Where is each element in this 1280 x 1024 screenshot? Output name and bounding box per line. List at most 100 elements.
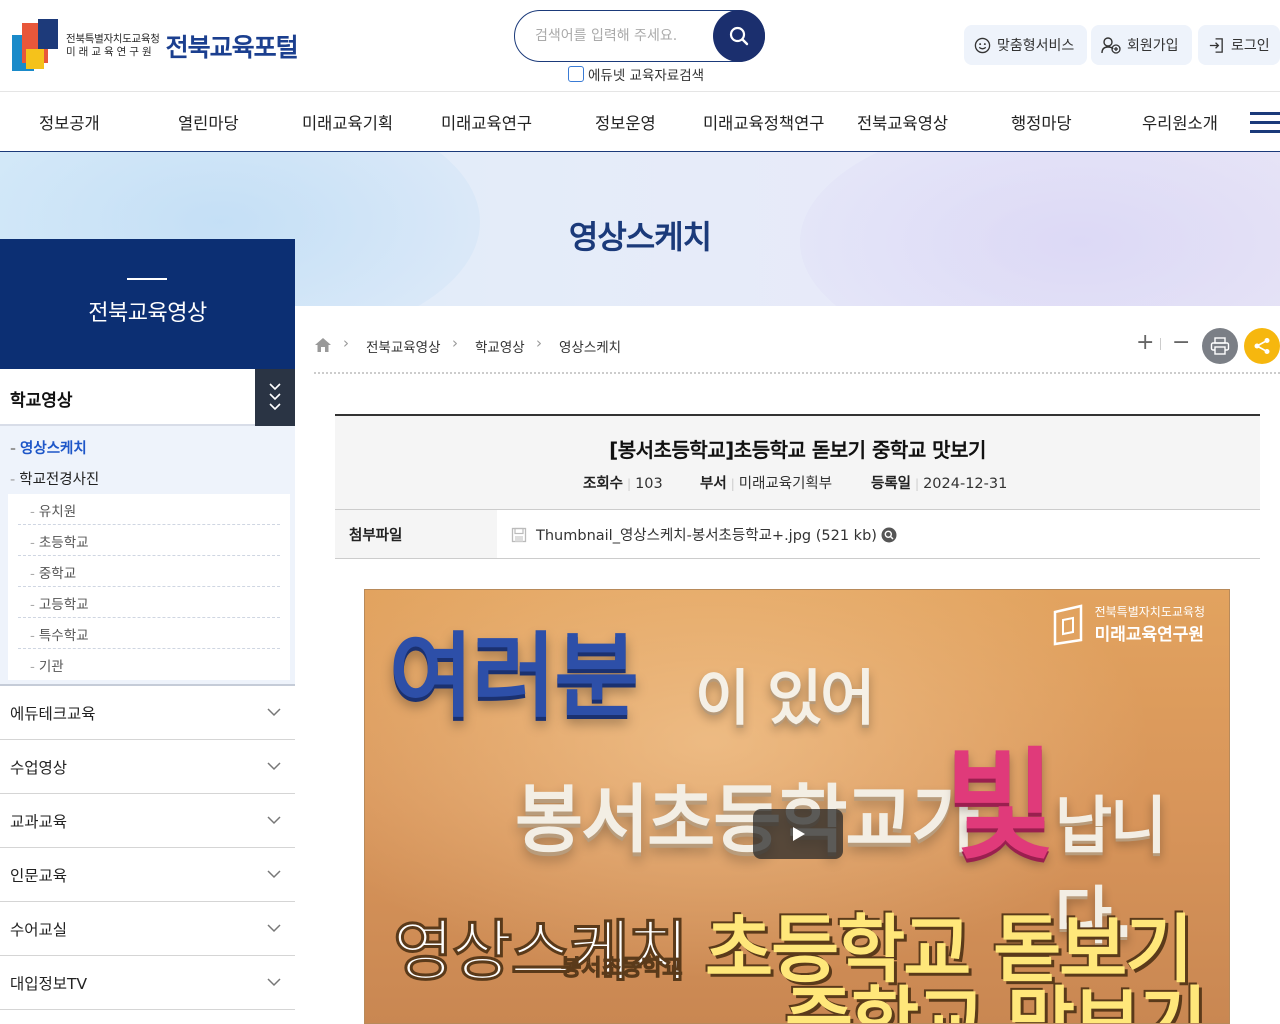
search-input[interactable] <box>535 25 705 47</box>
edunet-checkbox[interactable] <box>568 66 584 82</box>
chevron-double-down-icon <box>269 382 281 410</box>
sidebar-selected-label: 학교영상 <box>10 391 73 411</box>
chevron-down-icon <box>267 816 281 825</box>
video-caption: 여러분 <box>389 623 639 730</box>
login-button[interactable]: 로그인 <box>1198 25 1280 65</box>
breadcrumb-item[interactable]: 전북교육영상 <box>366 336 441 356</box>
video-logo-org: 전북특별자치도교육청 <box>1094 605 1205 619</box>
gnb-item-future-research[interactable]: 미래교육연구 <box>441 110 532 134</box>
gnb-item-future-planning[interactable]: 미래교육기획 <box>302 110 393 134</box>
sidebar-sub2-list: 유치원 초등학교 중학교 고등학교 특수학교 기관 <box>8 494 290 680</box>
sidebar-item-admission-tv[interactable]: 대입정보TV <box>0 956 295 1010</box>
sidebar-item-school-photo[interactable]: 학교전경사진 <box>10 468 99 489</box>
sidebar-menu-label: 대입정보TV <box>10 975 88 993</box>
chevron-down-icon <box>267 762 281 771</box>
sidebar-menu-label: 수업영상 <box>10 759 68 777</box>
gnb-item-info-open[interactable]: 정보공개 <box>39 110 100 134</box>
zoom-out-button[interactable]: − <box>1172 330 1190 355</box>
home-icon[interactable] <box>314 337 332 353</box>
institute-logo-icon <box>1053 604 1082 646</box>
video-caption: 중학교 맛보기 <box>785 979 1207 1024</box>
search-icon <box>729 26 749 46</box>
sidebar-item-middle[interactable]: 중학교 <box>18 556 280 587</box>
logo-mark-icon <box>12 19 60 73</box>
attachment-filename: Thumbnail_영상스케치-봉서초등학교+.jpg (521 kb) <box>536 528 877 544</box>
chevron-down-icon <box>267 924 281 933</box>
sidebar-header: 전북교육영상 <box>0 239 295 369</box>
custom-service-button[interactable]: 맞춤형서비스 <box>964 25 1087 65</box>
gnb-item-admin[interactable]: 행정마당 <box>1011 110 1072 134</box>
video-caption: 봉서초등학교 <box>560 956 683 982</box>
views-label: 조회수 <box>583 476 624 492</box>
signup-button[interactable]: 회원가입 <box>1091 25 1192 65</box>
chevron-down-icon <box>267 870 281 879</box>
site-logo[interactable]: 전북특별자치도교육청 미래교육연구원 전북교육포털 <box>12 18 322 74</box>
dept-label: 부서 <box>700 476 727 492</box>
sidebar-item-video-sketch[interactable]: 영상스케치 <box>10 437 87 458</box>
util-label: 회원가입 <box>1127 38 1179 54</box>
post-date: 등록일 | 2024-12-31 <box>871 476 1008 492</box>
user-add-icon <box>1101 37 1121 54</box>
sidebar-item-special[interactable]: 특수학교 <box>18 618 280 649</box>
sidebar-item-class-video[interactable]: 수업영상 <box>0 740 295 794</box>
login-icon <box>1209 37 1223 53</box>
page-title: 영상스케치 <box>568 218 712 256</box>
edunet-search-option[interactable]: 에듀넷 교육자료검색 <box>568 64 704 84</box>
breadcrumb-item[interactable]: 학교영상 <box>475 336 525 356</box>
sidebar-item-subject[interactable]: 교과교육 <box>0 794 295 848</box>
chevron-right-icon: › <box>452 334 458 352</box>
site-header: 전북특별자치도교육청 미래교육연구원 전북교육포털 에듀넷 교육자료검색 맞춤형… <box>0 0 1280 92</box>
sidebar-menu-label: 인문교육 <box>10 867 68 885</box>
attachment-label: 첨부파일 <box>335 510 497 558</box>
file-icon <box>511 527 527 542</box>
zoom-in-button[interactable]: + <box>1136 330 1154 355</box>
gnb-item-policy-research[interactable]: 미래교육정책연구 <box>703 110 824 134</box>
logo-inst: 미래교육연구원 <box>66 46 155 58</box>
sidebar-item-edutech[interactable]: 에듀테크교육 <box>0 686 295 740</box>
video-caption: 빛 <box>945 737 1055 876</box>
print-button[interactable] <box>1202 328 1238 364</box>
search-button[interactable] <box>713 10 765 62</box>
video-caption: 이 있어 <box>695 664 875 734</box>
sidebar-title: 전북교육영상 <box>88 301 207 326</box>
sidebar-menu-label: 에듀테크교육 <box>10 705 96 723</box>
share-button[interactable] <box>1244 328 1280 364</box>
print-icon <box>1210 337 1230 355</box>
chevron-right-icon: › <box>343 334 349 352</box>
views-value: 103 <box>635 476 663 492</box>
video-caption: 봉서초등학교가 <box>515 777 980 863</box>
play-icon <box>793 827 805 841</box>
post-department: 부서 | 미래교육기획부 <box>700 476 833 492</box>
gnb-item-jeonbuk-video[interactable]: 전북교육영상 <box>857 110 948 134</box>
video-player[interactable]: 여러분 이 있어 봉서초등학교가 빛 납니다. 영상스케치 봉서초등학교 초등학… <box>364 589 1230 1024</box>
sidebar-item-kindergarten[interactable]: 유치원 <box>18 494 280 525</box>
post-views: 조회수 | 103 <box>583 476 663 492</box>
sidebar-item-elementary[interactable]: 초등학교 <box>18 525 280 556</box>
sidebar-menu-label: 교과교육 <box>10 813 68 831</box>
sidebar-item-institution[interactable]: 기관 <box>18 649 280 680</box>
share-icon <box>1254 338 1270 354</box>
menu-icon[interactable] <box>1250 110 1280 134</box>
preview-icon[interactable] <box>881 527 897 543</box>
gnb-item-about[interactable]: 우리원소개 <box>1142 110 1218 134</box>
zoom-divider <box>1160 338 1161 350</box>
chevron-down-icon <box>267 708 281 717</box>
gnb-item-open-forum[interactable]: 열린마당 <box>178 110 239 134</box>
chevron-down-icon <box>267 978 281 987</box>
sidebar-item-humanities[interactable]: 인문교육 <box>0 848 295 902</box>
breadcrumb: › 전북교육영상 › 학교영상 › 영상스케치 + − <box>314 326 1280 374</box>
play-button[interactable] <box>753 809 843 859</box>
collapse-toggle[interactable] <box>255 369 295 426</box>
breadcrumb-item-current[interactable]: 영상스케치 <box>559 336 621 356</box>
sidebar-item-high[interactable]: 고등학교 <box>18 587 280 618</box>
date-label: 등록일 <box>871 476 912 492</box>
logo-subtitle: 전북특별자치도교육청 미래교육연구원 <box>66 33 160 59</box>
util-label: 로그인 <box>1231 38 1270 54</box>
sidebar-item-sign-language[interactable]: 수어교실 <box>0 902 295 956</box>
attachment-row: 첨부파일 Thumbnail_영상스케치-봉서초등학교+.jpg (521 kb… <box>335 510 1260 559</box>
attachment-file[interactable]: Thumbnail_영상스케치-봉서초등학교+.jpg (521 kb) <box>511 524 897 545</box>
sidebar-selected-menu[interactable]: 학교영상 <box>0 369 295 426</box>
post-title: [봉서초등학교]초등학교 돋보기 중학교 맛보기 <box>609 438 986 462</box>
edunet-label: 에듀넷 교육자료검색 <box>588 68 705 84</box>
gnb-item-info-operation[interactable]: 정보운영 <box>595 110 656 134</box>
